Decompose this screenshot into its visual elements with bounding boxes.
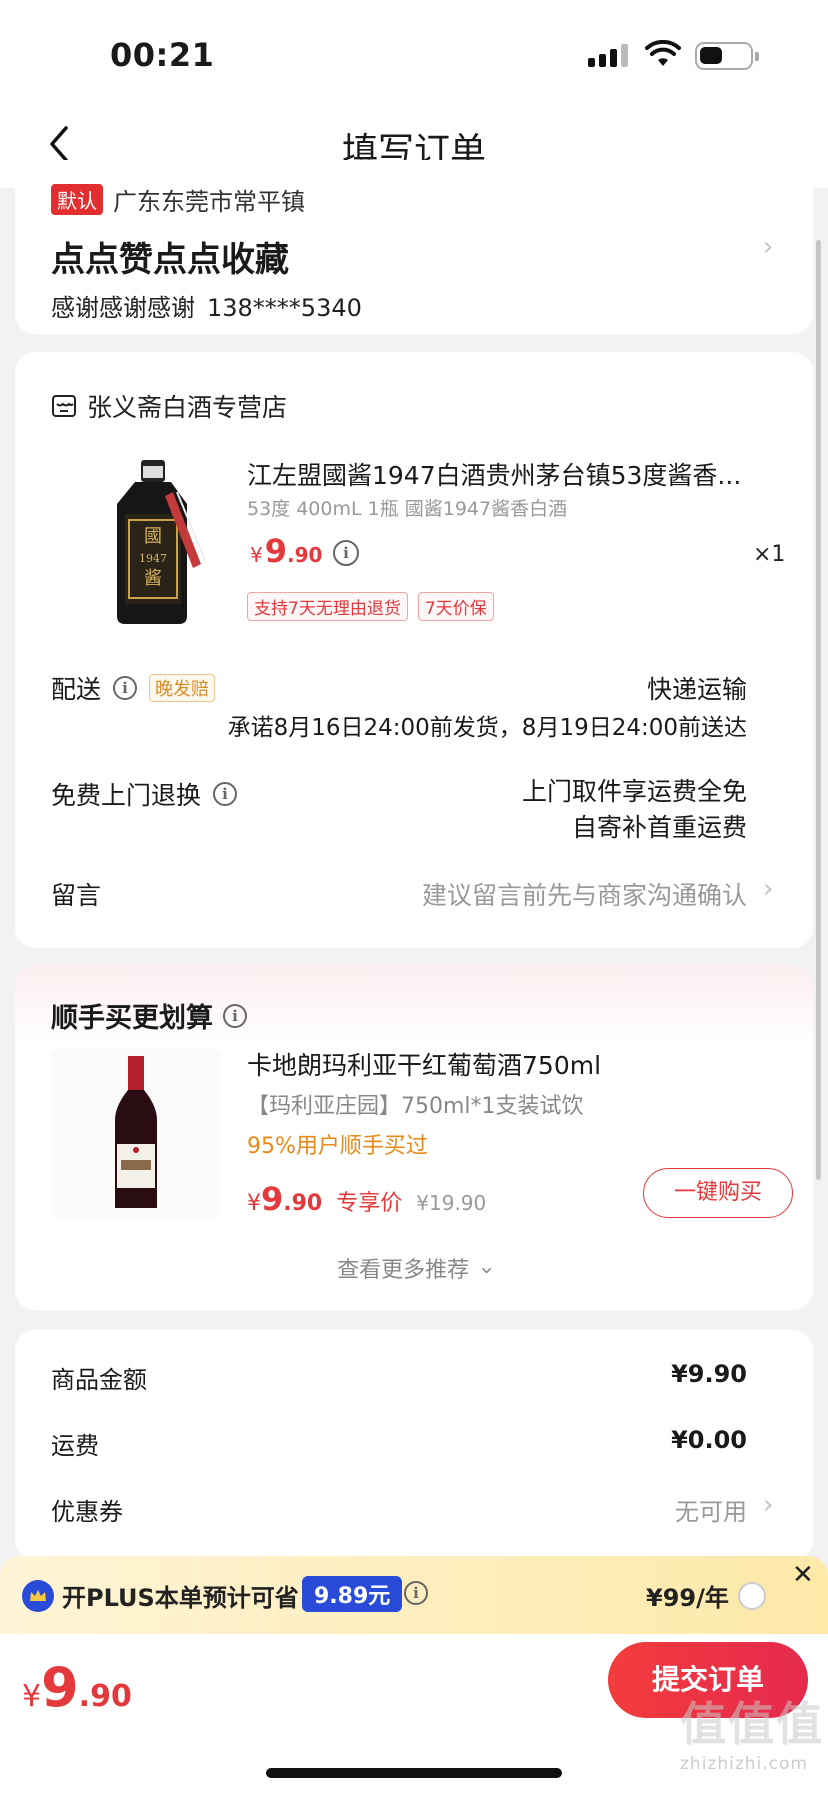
price-currency: ¥ xyxy=(247,1191,261,1216)
recommend-info-icon[interactable]: i xyxy=(223,1003,247,1028)
more-recommend-link[interactable]: 查看更多推荐 › xyxy=(15,1252,813,1284)
product-quantity: ×1 xyxy=(753,542,786,567)
total-price: ¥9.90 xyxy=(22,1656,132,1719)
address-card[interactable]: 默认 广东东莞市常平镇 点点赞点点收藏 感谢感谢感谢 138****5340 › xyxy=(15,160,813,334)
status-bar: 00:21 xyxy=(0,0,828,100)
watermark-url: zhizhizhi.com xyxy=(680,1754,808,1774)
return-info-icon[interactable]: i xyxy=(213,782,238,806)
coupon-value: 无可用 xyxy=(675,1498,747,1526)
wine-spec: 【玛利亚庄园】750ml*1支装试饮 xyxy=(247,1094,584,1119)
svg-text:國: 國 xyxy=(144,526,162,547)
plus-price: ¥99/年 xyxy=(646,1584,729,1612)
delivery-method[interactable]: 快递运输 xyxy=(647,670,747,706)
price-currency: ¥ xyxy=(250,543,263,567)
wine-bottle-image xyxy=(115,1056,157,1208)
wifi-icon xyxy=(645,40,681,66)
goods-amount-value: ¥9.90 xyxy=(671,1360,747,1388)
message-input[interactable]: 建议留言前先与商家沟通确认 xyxy=(422,876,747,912)
plus-savings-amount: 9.89元 xyxy=(302,1576,403,1612)
signal-icon xyxy=(588,44,628,67)
price-integer: 9 xyxy=(261,1180,284,1218)
plus-select-radio[interactable] xyxy=(738,1582,766,1610)
return-line-1: 上门取件享运费全免 xyxy=(521,777,747,806)
shipping-value: ¥0.00 xyxy=(671,1426,747,1454)
address-region-row: 默认 广东东莞市常平镇 xyxy=(51,182,305,217)
store-icon xyxy=(52,395,76,417)
price-decimal: .90 xyxy=(287,543,323,567)
contact-name: 感谢感谢感谢 xyxy=(51,294,195,322)
price-decimal: .90 xyxy=(283,1191,323,1216)
return-label: 免费上门退换 xyxy=(51,781,202,810)
chevron-right-icon: › xyxy=(763,874,774,904)
message-label: 留言 xyxy=(51,881,102,910)
contact-phone: 138****5340 xyxy=(207,294,362,322)
total-currency: ¥ xyxy=(22,1679,42,1714)
service-tag: 支持7天无理由退货 xyxy=(247,592,408,621)
chevron-down-icon: › xyxy=(474,1266,499,1275)
recommend-title: 顺手买更划算 xyxy=(51,1003,213,1034)
product-spec: 53度 400mL 1瓶 國酱1947酱香白酒 xyxy=(247,498,568,520)
shop-header[interactable]: 张义斋白酒专营店 xyxy=(51,388,287,424)
watermark: 值值值 xyxy=(680,1697,824,1751)
goods-amount-label: 商品金额 xyxy=(51,1366,147,1394)
plus-info-icon[interactable]: i xyxy=(404,1581,428,1605)
default-badge: 默认 xyxy=(51,184,103,215)
svg-text:1947: 1947 xyxy=(139,552,167,565)
return-label-row: 免费上门退换 i xyxy=(51,776,238,812)
plus-text: 开PLUS本单预计可省 xyxy=(62,1584,299,1612)
product-image[interactable]: 國 1947 酱 xyxy=(95,456,215,626)
late-compensation-badge: 晚发赔 xyxy=(149,674,216,702)
chevron-right-icon: › xyxy=(763,232,774,262)
shipping-row: 运费 ¥0.00 xyxy=(51,1426,747,1461)
address-name: 点点赞点点收藏 xyxy=(51,240,289,280)
svg-text:酱: 酱 xyxy=(144,568,162,589)
wine-price: ¥9.90 专享价 ¥19.90 xyxy=(247,1180,486,1218)
more-recommend-label: 查看更多推荐 xyxy=(337,1258,470,1283)
address-contact: 感谢感谢感谢 138****5340 xyxy=(51,288,362,323)
delivery-promise: 承诺8月16日24:00前发货，8月19日24:00前送达 xyxy=(227,715,747,741)
address-region: 广东东莞市常平镇 xyxy=(113,188,305,216)
chevron-right-icon: › xyxy=(763,1490,774,1520)
original-price: ¥19.90 xyxy=(416,1191,487,1215)
product-title[interactable]: 江左盟國酱1947白酒贵州茅台镇53度酱香... xyxy=(247,456,777,492)
exclusive-price-tag: 专享价 xyxy=(336,1191,403,1216)
total-decimal: .90 xyxy=(78,1679,132,1714)
summary-card: 商品金额 ¥9.90 运费 ¥0.00 优惠券 无可用 › xyxy=(15,1330,813,1560)
goods-amount-row: 商品金额 ¥9.90 xyxy=(51,1360,747,1395)
shop-card: 张义斋白酒专营店 國 1947 酱 江左盟國酱1947白酒贵州茅台镇53度酱香.… xyxy=(15,352,813,948)
status-time: 00:21 xyxy=(110,36,215,74)
wine-popularity: 95%用户顺手买过 xyxy=(247,1134,428,1159)
delivery-label-row: 配送 i 晚发赔 xyxy=(51,670,216,706)
bottom-bar: ¥9.90 提交订单 值值值 zhizhizhi.com xyxy=(0,1634,828,1795)
recommend-title-row: 顺手买更划算 i xyxy=(51,996,247,1035)
message-label-row: 留言 xyxy=(51,876,101,912)
delivery-info-icon[interactable]: i xyxy=(113,676,138,700)
service-tag: 7天价保 xyxy=(417,592,494,621)
battery-icon xyxy=(695,42,759,70)
one-click-buy-button[interactable]: 一键购买 xyxy=(643,1168,793,1218)
price-info-icon[interactable]: i xyxy=(333,540,359,566)
product-price: ¥9.90 xyxy=(250,532,322,570)
coupon-row[interactable]: 优惠券 无可用 xyxy=(51,1492,747,1527)
price-integer: 9 xyxy=(264,532,287,570)
service-tags: 支持7天无理由退货 7天价保 xyxy=(247,592,494,621)
scrollbar[interactable] xyxy=(816,240,821,1180)
plus-crown-icon xyxy=(22,1580,54,1612)
return-line-2: 自寄补首重运费 xyxy=(571,813,747,842)
close-icon[interactable]: ✕ xyxy=(792,1560,814,1590)
delivery-label: 配送 xyxy=(51,675,102,704)
recommend-card: 顺手买更划算 i 卡地朗玛利亚干红葡萄酒750ml 【玛利亚庄园】750ml*1… xyxy=(15,966,813,1310)
home-indicator[interactable] xyxy=(266,1768,562,1778)
coupon-label: 优惠券 xyxy=(51,1498,123,1526)
plus-promo-bar[interactable]: 开PLUS本单预计可省 9.89元 i ¥99/年 ✕ xyxy=(0,1556,828,1634)
wine-image[interactable] xyxy=(51,1048,221,1218)
shop-name: 张义斋白酒专营店 xyxy=(87,393,288,422)
wine-title[interactable]: 卡地朗玛利亚干红葡萄酒750ml xyxy=(247,1046,601,1082)
total-integer: 9 xyxy=(41,1656,79,1719)
shipping-label: 运费 xyxy=(51,1432,99,1460)
